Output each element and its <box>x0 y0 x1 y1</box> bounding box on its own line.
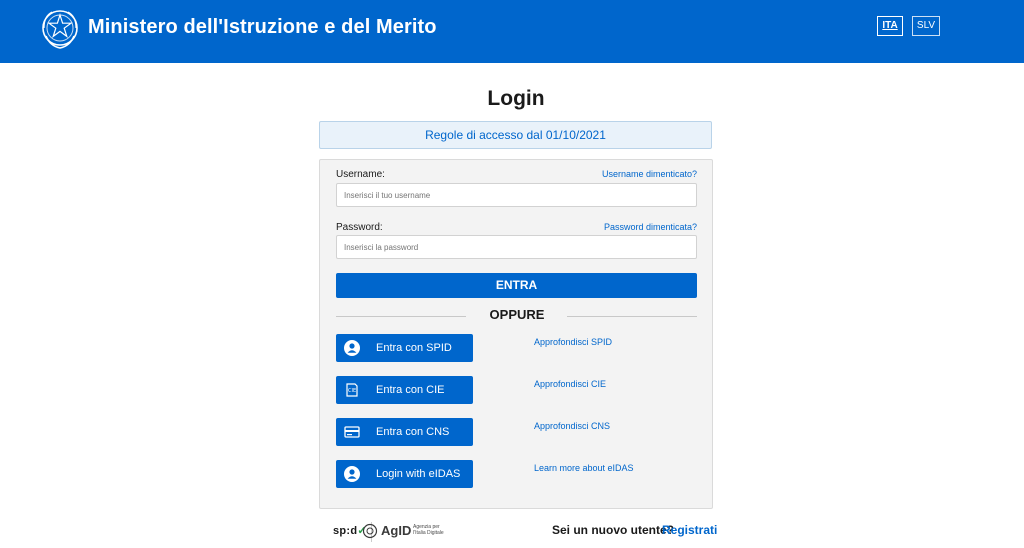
spid-button-label: Entra con SPID <box>376 342 452 354</box>
login-form-card: Username: Username dimenticato? Password… <box>319 159 713 509</box>
access-rules-link[interactable]: Regole di accesso dal 01/10/2021 <box>319 121 712 149</box>
username-input[interactable] <box>336 183 697 207</box>
eidas-info-link[interactable]: Learn more about eIDAS <box>534 463 634 473</box>
new-user-prompt: Sei un nuovo utente? <box>552 523 674 537</box>
cns-button-label: Entra con CNS <box>376 426 450 438</box>
smart-card-icon <box>344 426 360 438</box>
agid-subtitle: Agenzia per l'Italia Digitale <box>413 524 444 536</box>
svg-text:CIE: CIE <box>348 388 356 394</box>
agid-emblem-icon <box>362 523 378 539</box>
site-header: Ministero dell'Istruzione e del Merito I… <box>0 0 1024 63</box>
republic-emblem-icon <box>42 10 78 49</box>
eidas-login-button[interactable]: Login with eIDAS <box>336 460 473 488</box>
password-input[interactable] <box>336 235 697 259</box>
user-icon <box>344 466 360 482</box>
spid-login-button[interactable]: Entra con SPID <box>336 334 473 362</box>
language-slv-button[interactable]: SLV <box>912 16 940 36</box>
password-forgot-link[interactable]: Password dimenticata? <box>520 222 697 232</box>
login-submit-button[interactable]: ENTRA <box>336 273 697 298</box>
username-label: Username: <box>336 169 385 180</box>
cns-login-button[interactable]: Entra con CNS <box>336 418 473 446</box>
spid-info-link[interactable]: Approfondisci SPID <box>534 337 612 347</box>
cie-button-label: Entra con CIE <box>376 384 445 396</box>
user-icon <box>344 340 360 356</box>
register-link[interactable]: Registrati <box>662 523 717 537</box>
cie-info-link[interactable]: Approfondisci CIE <box>534 379 606 389</box>
eidas-button-label: Login with eIDAS <box>376 468 461 480</box>
cie-login-button[interactable]: CIE Entra con CIE <box>336 376 473 404</box>
cns-info-link[interactable]: Approfondisci CNS <box>534 421 610 431</box>
oppure-label: OPPURE <box>481 307 553 322</box>
oppure-separator: OPPURE <box>320 307 714 322</box>
agid-logo-text: AgID <box>381 523 412 538</box>
site-title: Ministero dell'Istruzione e del Merito <box>88 16 437 38</box>
page-title: Login <box>487 87 545 110</box>
password-label: Password: <box>336 222 383 233</box>
spid-logo-text: sp:d <box>333 525 358 537</box>
username-forgot-link[interactable]: Username dimenticato? <box>520 169 697 179</box>
id-card-icon: CIE <box>346 383 358 397</box>
language-ita-button[interactable]: ITA <box>877 16 903 36</box>
